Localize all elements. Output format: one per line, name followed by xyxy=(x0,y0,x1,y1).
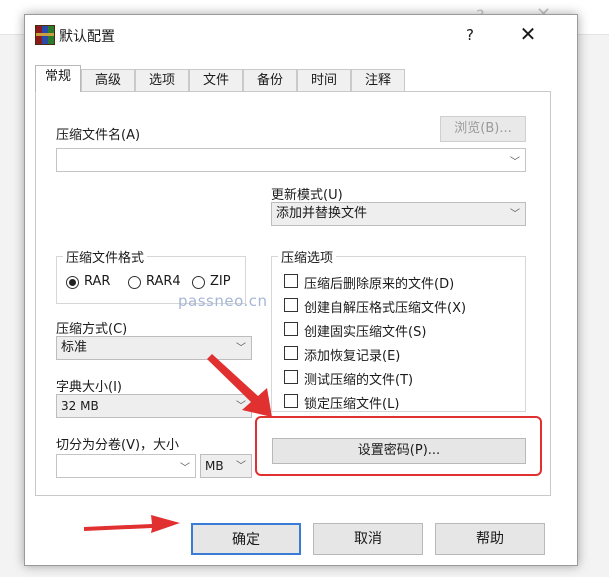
chevron-down-icon: ﹀ xyxy=(236,461,246,472)
method-value: 标准 xyxy=(61,340,88,355)
update-mode-label: 更新模式(U) xyxy=(271,188,343,203)
tab-backup[interactable]: 备份 xyxy=(243,69,297,91)
watermark-text: passneo.cn xyxy=(178,292,268,310)
cancel-button[interactable]: 取消 xyxy=(313,523,423,555)
default-config-dialog: 默认配置 ? ✕ 常规 高级 选项 文件 备份 时间 注释 压缩文件名(A) 浏… xyxy=(24,14,578,566)
help-icon-button[interactable]: ? xyxy=(455,23,485,47)
chevron-down-icon: ﹀ xyxy=(236,343,246,354)
dictionary-select[interactable]: 32 MB ﹀ xyxy=(56,394,252,418)
checkbox-delete-after-label: 压缩后删除原来的文件(D) xyxy=(304,277,455,292)
chevron-down-icon[interactable]: ﹀ xyxy=(180,459,190,474)
checkbox-create-sfx[interactable] xyxy=(284,298,298,312)
tab-general[interactable]: 常规 xyxy=(35,65,81,92)
tab-advanced[interactable]: 高级 xyxy=(81,69,135,91)
checkbox-solid-label: 创建固实压缩文件(S) xyxy=(304,325,427,340)
checkbox-recovery-label: 添加恢复记录(E) xyxy=(304,349,401,364)
checkbox-lock-label: 锁定压缩文件(L) xyxy=(304,397,400,412)
dialog-title: 默认配置 xyxy=(59,29,115,45)
radio-rar4[interactable] xyxy=(128,276,141,289)
update-mode-value: 添加并替换文件 xyxy=(276,206,368,221)
checkbox-test[interactable] xyxy=(284,370,298,384)
ok-button[interactable]: 确定 xyxy=(191,523,301,555)
chevron-down-icon[interactable]: ﹀ xyxy=(510,153,520,168)
split-size-input[interactable]: ﹀ xyxy=(56,454,196,478)
split-label: 切分为分卷(V)，大小 xyxy=(56,438,180,453)
archive-options-group-title: 压缩选项 xyxy=(278,247,337,266)
checkbox-recovery[interactable] xyxy=(284,346,298,360)
radio-zip-label: ZIP xyxy=(210,274,231,289)
method-label: 压缩方式(C) xyxy=(56,322,128,337)
checkbox-solid[interactable] xyxy=(284,322,298,336)
archive-format-group-title: 压缩文件格式 xyxy=(63,247,148,266)
dictionary-label: 字典大小(I) xyxy=(56,380,122,395)
tab-files[interactable]: 文件 xyxy=(189,69,243,91)
checkbox-create-sfx-label: 创建自解压格式压缩文件(X) xyxy=(304,301,467,316)
checkbox-lock[interactable] xyxy=(284,394,298,408)
winrar-icon xyxy=(35,25,55,45)
checkbox-test-label: 测试压缩的文件(T) xyxy=(304,373,414,388)
tab-time[interactable]: 时间 xyxy=(297,69,351,91)
radio-rar[interactable] xyxy=(66,276,79,289)
radio-zip[interactable] xyxy=(192,276,205,289)
close-button[interactable]: ✕ xyxy=(513,21,543,47)
radio-rar4-label: RAR4 xyxy=(146,274,181,289)
dictionary-value: 32 MB xyxy=(61,399,99,413)
tab-options[interactable]: 选项 xyxy=(135,69,189,91)
annotation-highlight-box xyxy=(255,416,542,476)
chevron-down-icon: ﹀ xyxy=(510,209,520,220)
browse-button[interactable]: 浏览(B)... xyxy=(440,116,526,142)
method-select[interactable]: 标准 ﹀ xyxy=(56,336,252,360)
chevron-down-icon: ﹀ xyxy=(236,401,246,412)
archive-name-label: 压缩文件名(A) xyxy=(56,128,141,143)
tab-comment[interactable]: 注释 xyxy=(351,69,405,91)
title-bar: 默认配置 ? ✕ xyxy=(25,15,577,55)
checkbox-delete-after[interactable] xyxy=(284,274,298,288)
archive-name-input[interactable]: ﹀ xyxy=(56,148,526,172)
radio-rar-label: RAR xyxy=(84,274,111,289)
split-unit-value: MB xyxy=(205,459,224,473)
help-button[interactable]: 帮助 xyxy=(435,523,545,555)
update-mode-select[interactable]: 添加并替换文件 ﹀ xyxy=(271,202,526,226)
split-unit-select[interactable]: MB ﹀ xyxy=(200,454,252,478)
